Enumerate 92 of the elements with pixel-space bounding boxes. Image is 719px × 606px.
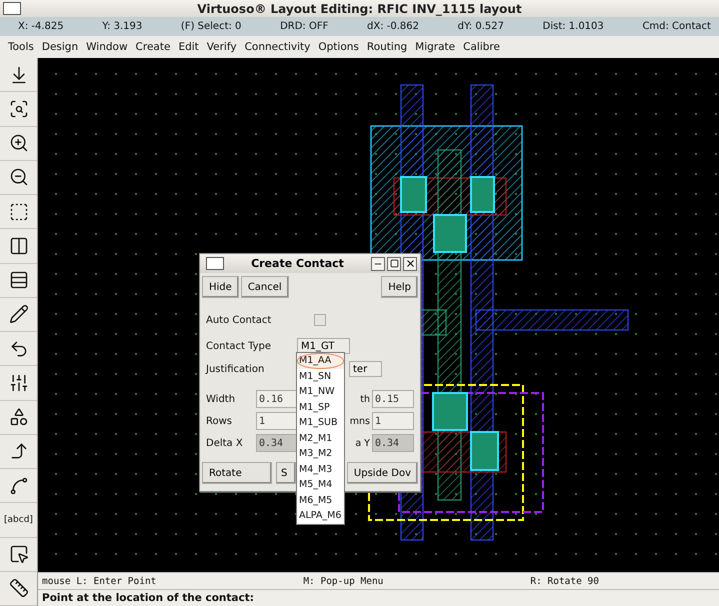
- list-option[interactable]: ALPA_M6: [297, 508, 344, 524]
- curve-icon: [8, 476, 28, 496]
- contact-shape: [470, 431, 499, 471]
- menu-item[interactable]: Design: [38, 41, 82, 53]
- value-field[interactable]: 1: [372, 412, 414, 430]
- shapes-icon: [8, 407, 28, 428]
- tool-button[interactable]: [0, 469, 37, 504]
- field-label: Rows: [206, 416, 234, 426]
- field-label: Width: [206, 394, 236, 404]
- menu-item[interactable]: Verify: [202, 41, 241, 53]
- dialog-button[interactable]: Rotate: [202, 462, 272, 484]
- close-icon: [404, 258, 416, 269]
- step-line-icon: [8, 441, 28, 462]
- contact-shape: [433, 214, 467, 253]
- tool-button[interactable]: [0, 92, 37, 126]
- menu-item[interactable]: Calibre: [459, 41, 504, 53]
- zoom-fit-icon: [8, 98, 28, 119]
- window-menu-icon[interactable]: [206, 257, 224, 270]
- dialog-button[interactable]: Cancel: [240, 276, 289, 298]
- contact-shape: [400, 176, 427, 213]
- value-field[interactable]: 0.16: [256, 390, 298, 408]
- field-label: Justification: [206, 364, 266, 374]
- mouse-hint: M: Pop-up Menu: [303, 576, 384, 586]
- contact-type-dropdown[interactable]: M1_GT: [297, 338, 350, 354]
- rows-box-icon: [8, 270, 28, 290]
- coordinate-readout: dX: -0.862: [367, 21, 419, 32]
- tool-button[interactable]: [0, 400, 37, 435]
- coordinate-readout: DRD: OFF: [280, 21, 328, 32]
- tool-button[interactable]: [0, 126, 37, 161]
- mouse-hint: mouse L: Enter Point: [42, 576, 156, 586]
- zoom-out-icon: [8, 167, 28, 188]
- dialog-button[interactable]: Upside Dov: [346, 462, 418, 484]
- contact-shape: [432, 392, 468, 431]
- layout-canvas[interactable]: [38, 58, 719, 572]
- tool-button[interactable]: [0, 434, 37, 469]
- coordinate-readout: (F) Select: 0: [180, 21, 242, 32]
- ruler-icon: [8, 578, 28, 598]
- field-label: Contact Type: [206, 340, 272, 352]
- tool-button[interactable]: [0, 572, 37, 606]
- dialog-title: Create Contact: [250, 257, 345, 270]
- tool-button[interactable]: [0, 229, 37, 264]
- value-field[interactable]: 1: [256, 412, 298, 430]
- menu-item[interactable]: Migrate: [411, 41, 460, 53]
- menu-item[interactable]: Connectivity: [240, 41, 314, 53]
- menu-item[interactable]: Create: [132, 41, 174, 53]
- prompt-text: Point at the location of the contact:: [42, 592, 254, 604]
- coordinate-readout: X: -4.825: [18, 21, 64, 32]
- field-label: th: [360, 394, 370, 404]
- coordinate-readout: dY: 0.527: [458, 21, 504, 32]
- justification-dropdown[interactable]: ter: [349, 361, 382, 377]
- coordinate-readout: Y: 3.193: [102, 21, 142, 32]
- tool-button[interactable]: [0, 538, 37, 572]
- window-title: Virtuoso® Layout Editing: RFIC INV_1115 layout: [196, 2, 523, 16]
- pencil-icon: [8, 304, 28, 324]
- tool-button[interactable]: [0, 58, 37, 92]
- menu-item[interactable]: Options: [314, 41, 363, 53]
- tool-button[interactable]: [0, 264, 37, 298]
- menu-item[interactable]: Routing: [362, 41, 412, 53]
- menu-item[interactable]: Window: [82, 41, 132, 53]
- dialog-button[interactable]: S: [276, 462, 296, 484]
- window-menu-icon[interactable]: [3, 2, 21, 15]
- tool-button[interactable]: [0, 298, 37, 332]
- mouse-hint: R: Rotate 90: [530, 576, 599, 586]
- menu-item[interactable]: Tools: [4, 41, 38, 53]
- field-label: Auto Contact: [206, 314, 272, 326]
- help-button[interactable]: Help: [381, 276, 418, 298]
- field-label: a Y: [355, 438, 370, 448]
- list-option[interactable]: M1_AA: [297, 353, 344, 368]
- tool-button[interactable]: [0, 366, 37, 400]
- tool-button[interactable]: [0, 195, 37, 230]
- split-box-icon: [8, 236, 28, 256]
- coordinate-readout: Dist: 1.0103: [542, 21, 604, 32]
- curved-arrow-icon: [8, 338, 28, 359]
- value-field[interactable]: 0.15: [372, 390, 414, 408]
- label-tool-button[interactable]: [abcd]: [0, 503, 37, 538]
- maximize-button[interactable]: [387, 256, 401, 270]
- dashed-box-icon: [8, 202, 28, 222]
- minimize-button[interactable]: [371, 256, 385, 270]
- field-label: mns: [350, 416, 370, 426]
- tool-button[interactable]: [0, 332, 37, 366]
- coordinate-readout: Cmd: Contact: [642, 21, 711, 32]
- contact-shape: [470, 176, 495, 213]
- zoom-in-icon: [8, 133, 28, 154]
- menu-item[interactable]: Edit: [174, 41, 203, 53]
- close-button[interactable]: [403, 256, 417, 270]
- field-label: Delta X: [206, 438, 244, 448]
- tool-button[interactable]: [0, 160, 37, 195]
- box-pointer-icon: [8, 544, 28, 564]
- maximize-icon: [390, 259, 398, 268]
- dialog-button[interactable]: Hide: [202, 276, 239, 298]
- auto-contact-checkbox[interactable]: [314, 314, 326, 326]
- sliders-icon: [8, 372, 28, 393]
